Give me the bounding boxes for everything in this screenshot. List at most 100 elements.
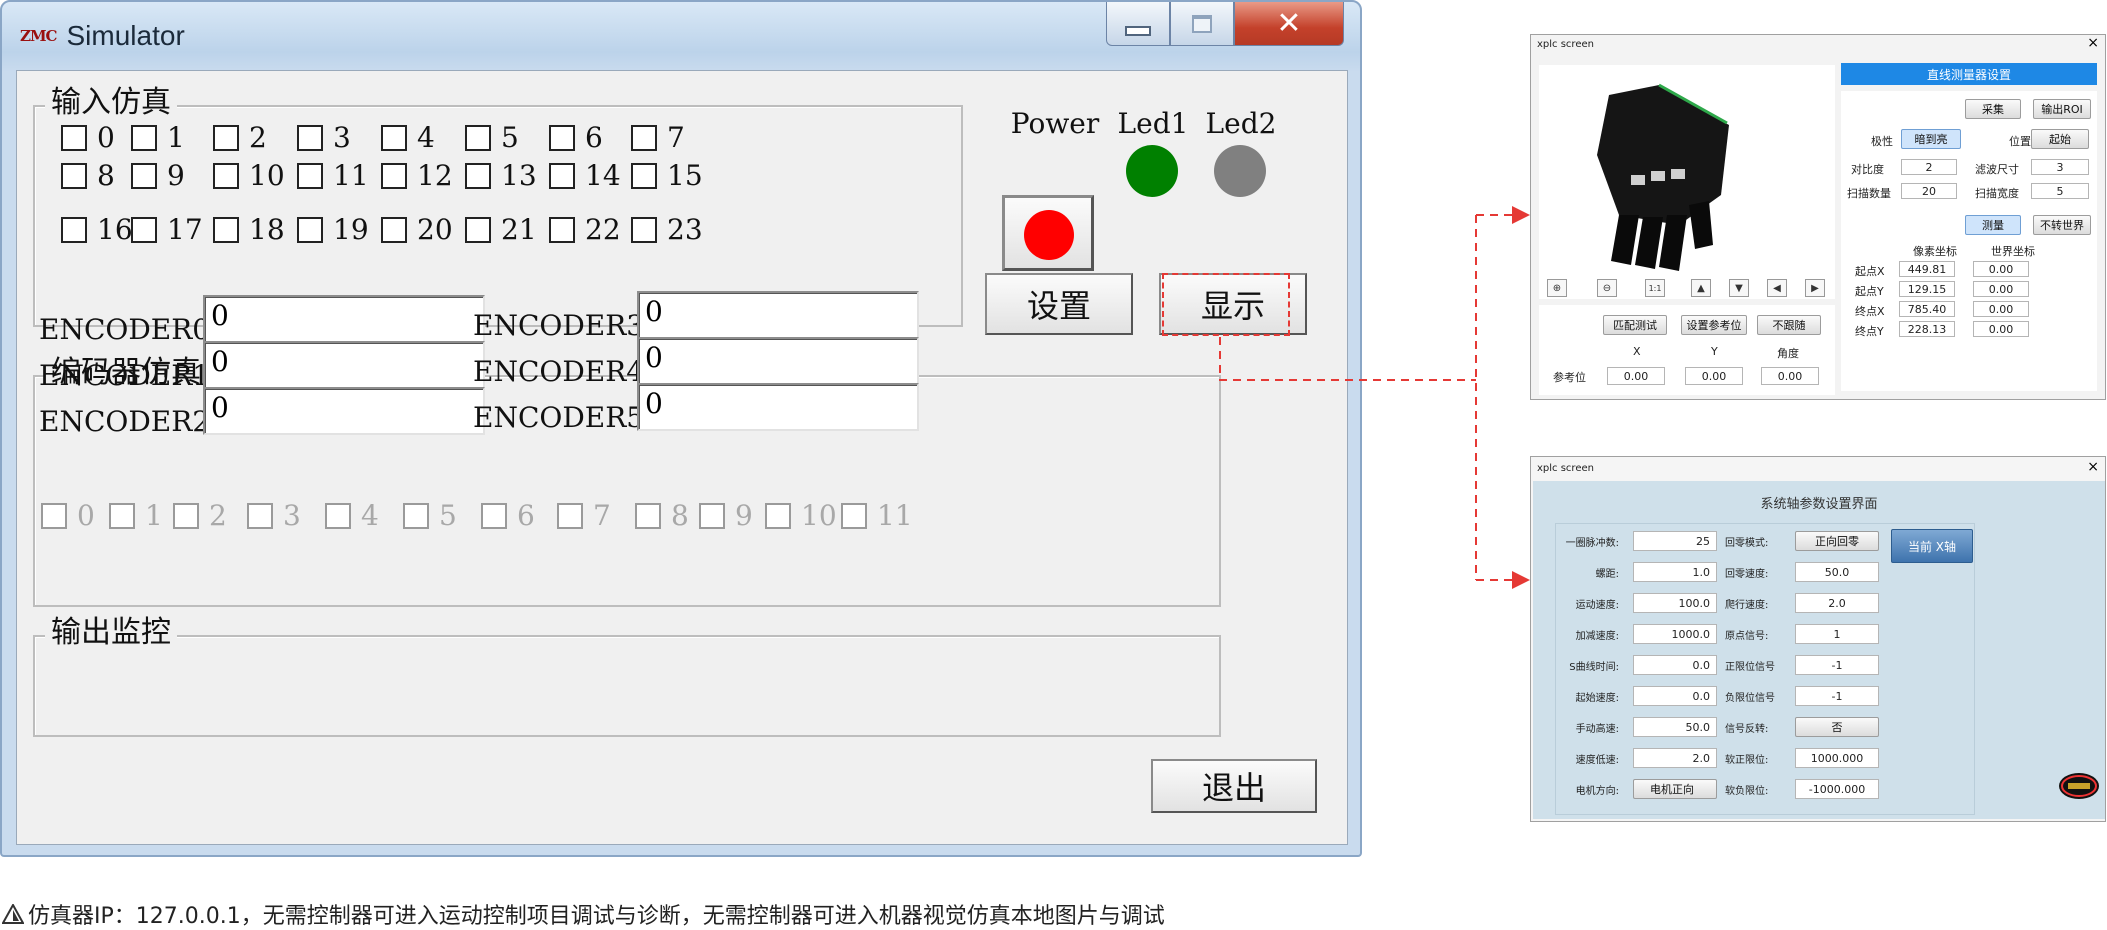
caption-text: 仿真器IP：127.0.0.1，无需控制器可进入运动控制项目调试与诊断，无需控制… [28, 904, 1165, 929]
axis-left-field[interactable]: 0.0 [1633, 686, 1717, 706]
axis-right-field[interactable]: -1 [1795, 655, 1879, 675]
axis-settings-panel: xplc screen × 系统轴参数设置界面 一圈脉冲数: 25 螺距: 1.0 运动… [1530, 456, 2106, 822]
panel-title: xplc screen [1537, 463, 1594, 474]
warning-triangle-icon [2, 904, 24, 924]
point-label: 起点X [1855, 265, 1885, 278]
axis-right-field[interactable]: 2.0 [1795, 593, 1879, 613]
fit-icon[interactable]: 1:1 [1645, 279, 1665, 297]
axis-left-label: 加减速度: [1575, 631, 1619, 642]
zoom-in-icon[interactable]: ⊕ [1547, 279, 1567, 297]
axis-left-label: 手动高速: [1575, 724, 1619, 735]
axis-left-field[interactable]: 100.0 [1633, 593, 1717, 613]
axis-option-button[interactable]: 正向回零 [1795, 531, 1879, 551]
ref-y-field[interactable]: 0.00 [1685, 367, 1743, 385]
axis-right-label: 软正限位: [1725, 755, 1769, 766]
world-value-field[interactable]: 0.00 [1973, 261, 2029, 277]
left-icon[interactable]: ◀ [1767, 279, 1787, 297]
axis-right-label: 回零模式: [1725, 538, 1769, 549]
point-label: 终点Y [1855, 325, 1884, 338]
axis-right-field[interactable]: -1 [1795, 686, 1879, 706]
axis-left-label: 电机方向: [1575, 786, 1619, 797]
axis-left-label: 起始速度: [1575, 693, 1619, 704]
contrast-label: 对比度 [1851, 163, 1884, 176]
settings-header: 直线测量器设置 [1841, 63, 2097, 85]
right-icon[interactable]: ▶ [1805, 279, 1825, 297]
pixel-value-field[interactable]: 785.40 [1899, 301, 1955, 317]
measure-button[interactable]: 测量 [1965, 215, 2021, 235]
panel-close-button[interactable]: × [2087, 35, 2099, 51]
panel-close-button[interactable]: × [2087, 459, 2099, 475]
arrow-head-top [1512, 206, 1530, 224]
up-icon[interactable]: ▲ [1691, 279, 1711, 297]
axis-right-label: 原点信号: [1725, 631, 1769, 642]
axis-left-label: 速度低速: [1575, 755, 1619, 766]
col-x: X [1633, 345, 1641, 358]
reference-label: 参考位 [1553, 371, 1586, 384]
axis-panel-body: 系统轴参数设置界面 一圈脉冲数: 25 螺距: 1.0 运动速度: 100.0 加减速度: 1… [1533, 481, 2105, 819]
reference-area: 匹配测试 设置参考位 不跟随 X Y 角度 参考位 0.00 0.00 0.00 [1539, 305, 1835, 395]
world-value-field[interactable]: 0.00 [1973, 281, 2029, 297]
down-icon[interactable]: ▼ [1729, 279, 1749, 297]
brand-logo-icon [2059, 773, 2099, 799]
contrast-field[interactable]: 2 [1901, 159, 1957, 175]
current-axis-button[interactable]: 当前 X轴 [1891, 529, 1973, 563]
pixel-value-field[interactable]: 129.15 [1899, 281, 1955, 297]
scan-width-field[interactable]: 5 [2031, 183, 2089, 199]
col-y: Y [1711, 345, 1718, 358]
axis-right-label: 爬行速度: [1725, 600, 1769, 611]
axis-left-label: S曲线时间: [1569, 662, 1619, 673]
axis-panel-heading: 系统轴参数设置界面 [1760, 497, 1878, 512]
filter-field[interactable]: 3 [2031, 159, 2089, 175]
point-label: 终点X [1855, 305, 1885, 318]
axis-right-label: 正限位信号 [1725, 662, 1775, 673]
motor-direction-button[interactable]: 电机正向 [1633, 779, 1717, 799]
axis-left-label: 螺距: [1595, 569, 1619, 580]
part-image [1597, 83, 1729, 271]
no-world-button[interactable]: 不转世界 [2033, 215, 2091, 235]
world-value-field[interactable]: 0.00 [1973, 321, 2029, 337]
col-angle: 角度 [1777, 347, 1799, 360]
vision-settings-panel: xplc screen × ⊕ ⊖ 1:1 ▲ ▼ ◀ ▶ 匹配测试 设置参考位… [1530, 34, 2106, 400]
scan-count-field[interactable]: 20 [1901, 183, 1957, 199]
no-follow-button[interactable]: 不跟随 [1757, 315, 1821, 335]
settings-body: 采集 输出ROI 极性 暗到亮 位置 起始 对比度 2 滤波尺寸 3 扫描数量 … [1841, 91, 2097, 391]
axis-left-field[interactable]: 1000.0 [1633, 624, 1717, 644]
point-label: 起点Y [1855, 285, 1884, 298]
axis-left-field[interactable]: 1.0 [1633, 562, 1717, 582]
position-button[interactable]: 起始 [2031, 129, 2089, 149]
caption: 仿真器IP：127.0.0.1，无需控制器可进入运动控制项目调试与诊断，无需控制… [2, 898, 1165, 930]
axis-right-label: 负限位信号 [1725, 693, 1775, 704]
collect-button[interactable]: 采集 [1965, 99, 2021, 119]
axis-left-label: 一圈脉冲数: [1565, 538, 1619, 549]
axis-right-field[interactable]: 50.0 [1795, 562, 1879, 582]
set-reference-button[interactable]: 设置参考位 [1681, 315, 1747, 335]
axis-right-label: 软负限位: [1725, 786, 1769, 797]
position-label: 位置 [2009, 135, 2031, 148]
polarity-label: 极性 [1871, 135, 1893, 148]
axis-option-button[interactable]: 否 [1795, 717, 1879, 737]
world-value-field[interactable]: 0.00 [1973, 301, 2029, 317]
match-test-button[interactable]: 匹配测试 [1603, 315, 1667, 335]
scan-width-label: 扫描宽度 [1975, 187, 2019, 200]
axis-left-field[interactable]: 25 [1633, 531, 1717, 551]
axis-right-field[interactable]: -1000.000 [1795, 779, 1879, 799]
panel-title: xplc screen [1537, 39, 1594, 50]
pixel-value-field[interactable]: 449.81 [1899, 261, 1955, 277]
ref-x-field[interactable]: 0.00 [1607, 367, 1665, 385]
output-roi-button[interactable]: 输出ROI [2033, 99, 2091, 119]
zoom-out-icon[interactable]: ⊖ [1597, 279, 1617, 297]
axis-right-label: 信号反转: [1725, 724, 1769, 735]
world-coord-header: 世界坐标 [1991, 245, 2035, 258]
arrow-head-bottom [1512, 571, 1530, 589]
pixel-value-field[interactable]: 228.13 [1899, 321, 1955, 337]
ref-angle-field[interactable]: 0.00 [1761, 367, 1819, 385]
axis-right-field[interactable]: 1 [1795, 624, 1879, 644]
axis-left-field[interactable]: 0.0 [1633, 655, 1717, 675]
axis-left-field[interactable]: 50.0 [1633, 717, 1717, 737]
axis-left-field[interactable]: 2.0 [1633, 748, 1717, 768]
image-view[interactable] [1539, 65, 1835, 299]
axis-right-field[interactable]: 1000.000 [1795, 748, 1879, 768]
axis-right-label: 回零速度: [1725, 569, 1769, 580]
polarity-button[interactable]: 暗到亮 [1901, 129, 1961, 149]
scan-count-label: 扫描数量 [1847, 187, 1891, 200]
